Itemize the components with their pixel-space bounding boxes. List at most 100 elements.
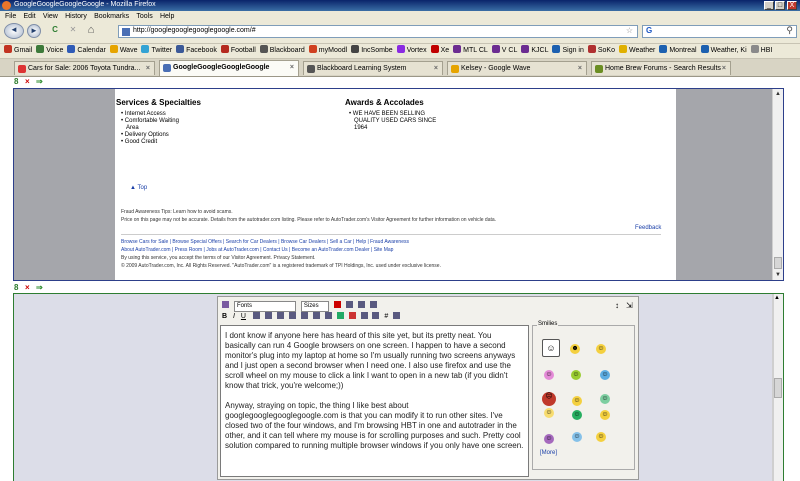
bookmark-item[interactable]: Football: [220, 44, 256, 58]
bookmark-item[interactable]: SoKo: [587, 44, 615, 58]
smiley-wink[interactable]: ☺: [544, 408, 554, 418]
italic-button[interactable]: I: [233, 313, 235, 320]
url-bar[interactable]: http://googlegooglegooglegoogle.com/# ☆: [118, 25, 638, 38]
bookmark-item[interactable]: Vortex: [396, 44, 427, 58]
smiley-horn[interactable]: ☺: [571, 370, 581, 380]
tab-close-icon[interactable]: ×: [434, 62, 438, 75]
php-icon[interactable]: [393, 312, 401, 319]
outdent-icon[interactable]: [312, 312, 320, 319]
tab-google-wave[interactable]: Kelsey - Google Wave ×: [447, 61, 587, 75]
smiley-group[interactable]: ☺: [596, 432, 606, 442]
forward-button[interactable]: ►: [27, 24, 41, 38]
align-right-icon[interactable]: [276, 312, 284, 319]
maximize-button[interactable]: □: [775, 1, 785, 10]
bookmark-item[interactable]: Montreal: [659, 44, 697, 58]
format-icon[interactable]: [222, 301, 229, 308]
unlink-icon[interactable]: [348, 312, 356, 319]
align-center-icon[interactable]: [264, 312, 272, 319]
pane-go-icon[interactable]: ⇒: [36, 77, 43, 86]
ordered-list-icon[interactable]: [288, 312, 296, 319]
feedback-link[interactable]: Feedback: [635, 225, 661, 232]
bookmark-item[interactable]: MTL CL: [453, 44, 488, 58]
bold-button[interactable]: B: [222, 313, 227, 320]
star-icon[interactable]: ☆: [626, 26, 633, 35]
bookmark-item[interactable]: Sign in: [552, 44, 584, 58]
back-button[interactable]: ◄: [4, 23, 24, 39]
bookmark-item[interactable]: V CL: [491, 44, 517, 58]
smiley-pink[interactable]: ☺: [544, 370, 554, 380]
bookmark-item[interactable]: KJCL: [521, 44, 548, 58]
tab-favicon: [307, 65, 315, 73]
unordered-list-icon[interactable]: [300, 312, 308, 319]
bookmark-item[interactable]: Xe: [430, 44, 449, 58]
pane2-scrollbar[interactable]: ▲: [772, 294, 783, 481]
scroll-up-icon[interactable]: ▲: [774, 295, 780, 301]
smiley-cheers[interactable]: ☺: [600, 394, 610, 404]
bookmark-item[interactable]: IncSombe: [351, 44, 393, 58]
bookmark-item[interactable]: Weather: [619, 44, 655, 58]
message-textarea[interactable]: I dont know if anyone here has heard of …: [220, 325, 529, 477]
text-color-icon[interactable]: [333, 301, 341, 308]
indent-icon[interactable]: [324, 312, 332, 319]
search-icon[interactable]: ⚲: [786, 25, 793, 36]
tab-close-icon[interactable]: ×: [578, 62, 582, 75]
pane-close-icon[interactable]: ×: [25, 283, 30, 292]
smiley-purple[interactable]: ☺: [544, 434, 554, 444]
bookmark-item[interactable]: Twitter: [141, 44, 172, 58]
reload-button[interactable]: C: [48, 24, 62, 38]
smiley-happy[interactable]: ☺: [572, 396, 582, 406]
smiley-banana[interactable]: ☻: [570, 344, 580, 354]
toggle-mode-icon[interactable]: ⇲: [626, 300, 633, 311]
close-window-button[interactable]: X: [787, 1, 797, 10]
tab-close-icon[interactable]: ×: [146, 62, 150, 75]
bookmark-item[interactable]: Calendar: [67, 44, 106, 58]
pane-close-icon[interactable]: ×: [25, 77, 30, 86]
smiley-menu-icon[interactable]: [345, 301, 353, 308]
pane-go-icon[interactable]: ⇒: [36, 283, 43, 292]
bookmark-item[interactable]: Facebook: [176, 44, 217, 58]
smiley-cool[interactable]: ☺: [572, 432, 582, 442]
more-smilies-link[interactable]: [More]: [540, 450, 557, 456]
search-engine-icon[interactable]: G: [646, 26, 652, 35]
smiley-dance[interactable]: ☺: [596, 344, 606, 354]
tab-googlegooglegooglegoogle[interactable]: GoogleGoogleGoogleGoogle ×: [159, 60, 299, 76]
tab-cars-for-sale[interactable]: Cars for Sale: 2006 Toyota Tundra... ×: [14, 61, 155, 75]
link-icon[interactable]: [336, 312, 344, 319]
bookmark-item[interactable]: myMoodl: [308, 44, 347, 58]
home-button[interactable]: ⌂: [84, 24, 98, 38]
bookmark-item[interactable]: Blackboard: [259, 44, 305, 58]
minimize-button[interactable]: _: [764, 1, 774, 10]
bookmark-item[interactable]: Wave: [109, 44, 137, 58]
smiley-grin[interactable]: ☺: [600, 410, 610, 420]
scrollbar-thumb[interactable]: [774, 378, 782, 398]
smiley-sign[interactable]: ☺: [542, 339, 560, 357]
smiley-angry[interactable]: ☹: [542, 392, 556, 406]
tab-home-brew-forums[interactable]: Home Brew Forums - Search Results ×: [591, 61, 731, 75]
smiley-blue[interactable]: ☺: [600, 370, 610, 380]
tab-close-icon[interactable]: ×: [722, 62, 726, 75]
tab-blackboard[interactable]: Blackboard Learning System ×: [303, 61, 443, 75]
image-icon[interactable]: [360, 312, 368, 319]
tab-close-icon[interactable]: ×: [290, 61, 294, 74]
scroll-up-icon[interactable]: ▲: [774, 90, 782, 98]
hash-icon[interactable]: #: [384, 313, 388, 320]
stop-button[interactable]: ✕: [66, 24, 80, 38]
search-bar[interactable]: G ⚲: [642, 25, 797, 38]
scroll-down-icon[interactable]: ▼: [774, 271, 782, 279]
redo-icon[interactable]: [369, 301, 377, 308]
scrollbar-thumb[interactable]: [774, 257, 782, 269]
align-left-icon[interactable]: [252, 312, 260, 319]
footer-links[interactable]: Browse Cars for Sale | Browse Special Of…: [121, 239, 661, 245]
bookmark-item[interactable]: HBI: [750, 44, 772, 58]
smiley-green[interactable]: ☺: [572, 410, 582, 420]
bookmark-item[interactable]: Gmail: [4, 44, 32, 58]
bookmark-item[interactable]: Weather, Ki: [700, 44, 747, 58]
top-link[interactable]: ▲ Top: [130, 185, 147, 192]
pane1-scrollbar[interactable]: ▲ ▼: [772, 89, 783, 280]
footer-links-secondary[interactable]: About AutoTrader.com | Press Room | Jobs…: [121, 247, 661, 253]
undo-icon[interactable]: [357, 301, 365, 308]
resize-icon[interactable]: ↕: [615, 300, 619, 311]
bookmark-item[interactable]: Voice: [36, 44, 63, 58]
quote-icon[interactable]: [372, 312, 380, 319]
underline-button[interactable]: U: [241, 313, 246, 320]
